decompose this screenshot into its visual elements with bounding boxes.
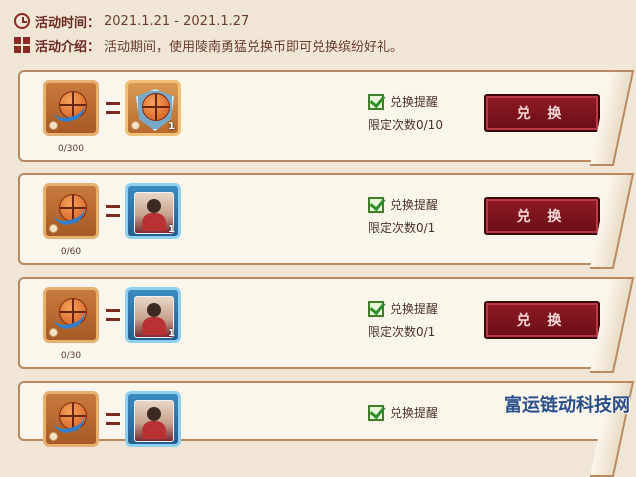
remind-label: 兑换提醒 [390,198,439,212]
reward-qty: 1 [168,121,175,132]
grid-icon [14,37,30,53]
equals-icon [106,309,120,321]
exchange-coin-slot[interactable] [43,80,99,136]
remind-label: 兑换提醒 [390,406,439,420]
coin-count: 0/60 [60,247,82,257]
equals-icon [106,102,120,114]
exchange-button[interactable]: 兑 换 [484,197,600,235]
remind-toggle[interactable]: 兑换提醒 [368,196,438,213]
reward-slot[interactable]: 1 [125,183,181,239]
swoosh-icon [52,206,88,228]
event-time-label: 活动时间： [35,15,101,31]
reward-qty: 1 [168,224,175,235]
remind-toggle[interactable]: 兑换提醒 [368,300,438,317]
check-icon[interactable] [368,404,384,421]
check-icon[interactable] [368,300,384,317]
exchange-coin-slot[interactable] [43,183,99,239]
watermark-text: 富运链动科技网 [504,395,630,416]
remind-toggle[interactable]: 兑换提醒 [368,93,438,110]
reward-slot[interactable]: 1 [125,287,181,343]
exchange-button[interactable]: 兑 换 [484,94,600,132]
reward-qty: 1 [168,328,175,339]
event-intro-label: 活动介绍： [35,39,101,55]
exchange-coin-slot[interactable] [43,287,99,343]
player-card-icon [134,400,174,442]
exchange-row: 0/60 1 兑换提醒 限定次数0/1 兑 换 [18,173,614,265]
limit-text: 限定次数0/1 [368,325,436,339]
remind-toggle[interactable]: 兑换提醒 [368,404,438,421]
equals-icon [106,413,120,425]
limit-text: 限定次数0/10 [368,118,443,132]
swoosh-icon [52,414,88,436]
basketball-badge-icon [142,93,170,121]
event-intro-value: 活动期间，使用陵南勇猛兑换币即可兑换缤纷好礼。 [104,39,404,55]
check-icon[interactable] [368,93,384,110]
equals-icon [106,205,120,217]
swoosh-icon [52,310,88,332]
reward-slot[interactable] [125,391,181,447]
remind-label: 兑换提醒 [390,95,439,109]
event-intro-row: 活动介绍： 活动期间，使用陵南勇猛兑换币即可兑换缤纷好礼。 [14,34,403,56]
coin-dot [49,432,58,441]
exchange-row: 0/300 1 兑换提醒 限定次数0/10 兑 换 [18,70,614,162]
reward-slot[interactable]: 1 [125,80,181,136]
check-icon[interactable] [368,196,384,213]
swoosh-icon [52,103,88,125]
coin-dot [49,224,58,233]
reward-dot [131,121,140,130]
event-time-value: 2021.1.21 - 2021.1.27 [104,13,250,29]
coin-dot [49,328,58,337]
remind-label: 兑换提醒 [390,302,439,316]
exchange-row: 0/30 1 兑换提醒 限定次数0/1 兑 换 [18,277,614,369]
clock-icon [14,13,30,29]
limit-text: 限定次数0/1 [368,221,436,235]
event-time-row: 活动时间： 2021.1.21 - 2021.1.27 [14,10,249,32]
exchange-coin-slot[interactable] [43,391,99,447]
coin-count: 0/300 [58,144,84,154]
exchange-button[interactable]: 兑 换 [484,301,600,339]
coin-count: 0/30 [60,351,82,361]
coin-dot [49,121,58,130]
